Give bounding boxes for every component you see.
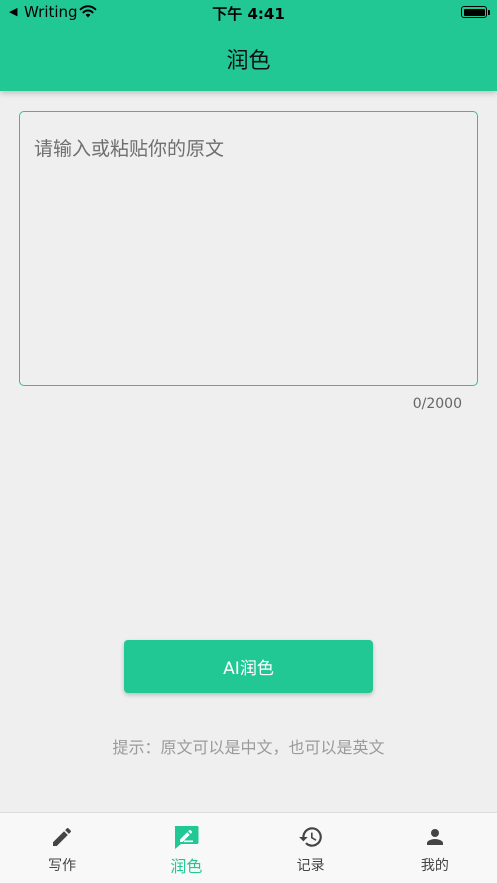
bottom-tab-bar: 写作 润色 记录 我的 (0, 812, 497, 883)
char-counter: 0/2000 (412, 396, 462, 412)
pencil-icon (48, 823, 76, 851)
battery-tip (488, 10, 490, 15)
tab-history[interactable]: 记录 (249, 813, 373, 883)
tab-polish[interactable]: 润色 (124, 813, 248, 883)
source-text-box (19, 111, 478, 386)
app-bar: ◀ Writing 下午 4:41 润色 (0, 0, 497, 91)
page-title: 润色 (226, 49, 271, 74)
tab-label: 润色 (170, 857, 203, 876)
source-text-input[interactable] (20, 112, 477, 385)
hint-text: 提示：原文可以是中文，也可以是英文 (112, 738, 385, 757)
tab-label: 我的 (420, 858, 449, 874)
battery-icon (461, 6, 487, 18)
person-icon (421, 823, 449, 851)
tab-label: 记录 (296, 858, 325, 874)
screen: ◀ Writing 下午 4:41 润色 0/2000 AI润色 提示：原文可以… (0, 0, 497, 883)
tab-label: 写作 (48, 858, 77, 874)
history-icon (297, 823, 325, 851)
polish-icon (172, 823, 200, 851)
ai-polish-button[interactable]: AI润色 (124, 640, 373, 693)
tab-write[interactable]: 写作 (0, 813, 124, 883)
status-time: 下午 4:41 (212, 5, 285, 23)
tab-mine[interactable]: 我的 (373, 813, 497, 883)
status-bar: ◀ Writing 下午 4:41 (0, 0, 497, 26)
